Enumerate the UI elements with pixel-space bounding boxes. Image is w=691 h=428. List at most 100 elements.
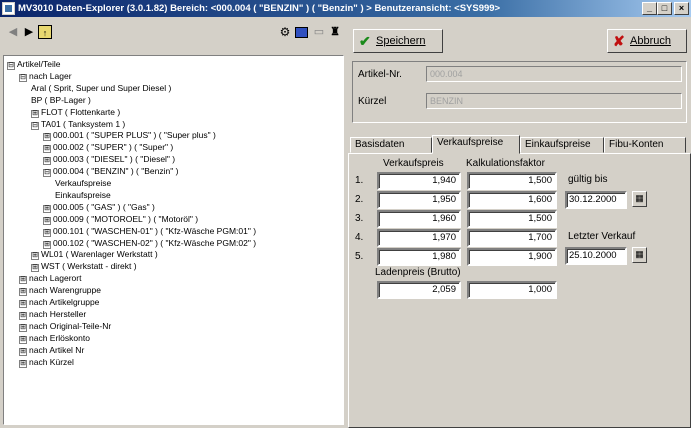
tree-node[interactable]: ⊞ nach Warengruppe bbox=[19, 284, 101, 297]
calendar-icon[interactable]: ▦ bbox=[632, 191, 647, 207]
kalkulationsfaktor-input[interactable]: 1,500 bbox=[467, 210, 557, 228]
folder-icon[interactable]: ↑ bbox=[38, 25, 52, 39]
grid-icon[interactable] bbox=[295, 27, 308, 38]
expand-icon[interactable]: ⊞ bbox=[19, 311, 27, 320]
window-title: MV3010 Daten-Explorer (3.0.1.82) Bereich… bbox=[18, 3, 501, 14]
tree-node[interactable]: ⊞ 000.102 ( "WASCHEN-02" ) ( "Kfz-Wäsche … bbox=[43, 237, 256, 249]
minimize-button[interactable]: _ bbox=[642, 2, 657, 15]
folder-open-icon[interactable]: ▭ bbox=[312, 25, 326, 39]
expand-icon[interactable]: ⊞ bbox=[43, 228, 51, 237]
tree-node[interactable]: ⊞ 000.003 ( "DIESEL" ) ( "Diesel" ) bbox=[43, 153, 175, 166]
ladenpreis-faktor-input[interactable]: 1,000 bbox=[467, 281, 557, 299]
cross-icon: ✘ bbox=[613, 33, 625, 49]
verkaufspreis-input[interactable]: 1,970 bbox=[377, 229, 461, 247]
collapse-icon[interactable]: ⊟ bbox=[31, 121, 39, 130]
tree-node[interactable]: ⊟ Artikel/Teile bbox=[7, 58, 60, 70]
expand-icon[interactable]: ⊞ bbox=[43, 240, 51, 249]
nav-toolbar: ◀ ▶ ↑ ⚙ ▭ ♜ bbox=[0, 17, 346, 53]
letzter-verkauf-input[interactable]: 25.10.2000 bbox=[565, 247, 627, 265]
tree-node[interactable]: ⊞ 000.005 ( "GAS" ) ( "Gas" ) bbox=[43, 201, 155, 213]
maximize-button[interactable]: □ bbox=[657, 2, 672, 15]
tree-node[interactable]: BP ( BP-Lager ) bbox=[31, 94, 91, 106]
tree-node-label: 000.004 ( "BENZIN" ) ( "Benzin" ) bbox=[53, 166, 179, 177]
verkaufspreis-input[interactable]: 1,940 bbox=[377, 172, 461, 190]
gueltig-bis-input[interactable]: 30.12.2000 bbox=[565, 191, 627, 209]
expand-icon[interactable]: ⊞ bbox=[19, 323, 27, 332]
arrow-left-icon[interactable]: ◀ bbox=[6, 25, 20, 39]
kalkulationsfaktor-input[interactable]: 1,600 bbox=[467, 191, 557, 209]
expand-icon[interactable]: ⊞ bbox=[19, 300, 27, 308]
tree-node-label: Aral ( Sprit, Super und Super Diesel ) bbox=[31, 82, 172, 93]
cancel-button[interactable]: ✘ Abbruch bbox=[607, 29, 687, 53]
collapse-icon[interactable]: ⊟ bbox=[43, 169, 51, 178]
expand-icon[interactable]: ⊞ bbox=[19, 288, 27, 297]
ladenpreis-input[interactable]: 2,059 bbox=[377, 281, 461, 299]
expand-icon[interactable]: ⊞ bbox=[31, 109, 39, 118]
tree-node[interactable]: ⊞ FLOT ( Flottenkarte ) bbox=[31, 106, 120, 118]
artikel-nr-label: Artikel-Nr. bbox=[358, 69, 402, 80]
kalkulationsfaktor-input[interactable]: 1,700 bbox=[467, 229, 557, 247]
expand-icon[interactable]: ⊞ bbox=[43, 204, 51, 213]
kalkulationsfaktor-input[interactable]: 1,900 bbox=[467, 248, 557, 266]
expand-icon[interactable]: ⊞ bbox=[19, 335, 27, 344]
app-icon bbox=[2, 2, 15, 15]
tree-node[interactable]: ⊞ nach Erlöskonto bbox=[19, 332, 90, 344]
tree-node-label: nach Artikelgruppe bbox=[29, 297, 100, 307]
tree-node[interactable]: ⊟ nach Lager bbox=[19, 70, 72, 82]
expand-icon[interactable]: ⊞ bbox=[31, 264, 39, 273]
tree-node[interactable]: ⊞ 000.101 ( "WASCHEN-01" ) ( "Kfz-Wäsche … bbox=[43, 225, 256, 237]
tree-node-label: 000.001 ( "SUPER PLUS" ) ( "Super plus" … bbox=[53, 130, 216, 141]
save-button[interactable]: ✔ Speichern bbox=[353, 29, 443, 53]
letzter-verkauf-label: Letzter Verkauf bbox=[568, 231, 636, 242]
tree-node[interactable]: ⊞ nach Kürzel bbox=[19, 356, 74, 368]
expand-icon[interactable]: ⊞ bbox=[19, 276, 27, 285]
tree-node-label: nach Erlöskonto bbox=[29, 332, 90, 343]
tree-node[interactable]: ⊞ nach Hersteller bbox=[19, 308, 86, 320]
arrow-right-icon[interactable]: ▶ bbox=[22, 25, 36, 39]
price-row-number: 1. bbox=[355, 175, 364, 186]
tree-node[interactable]: ⊞ nach Artikelgruppe bbox=[19, 296, 99, 308]
tree-node-label: nach Hersteller bbox=[29, 308, 87, 319]
price-row-number: 5. bbox=[355, 251, 364, 262]
tree-node[interactable]: ⊞ WST ( Werkstatt - direkt ) bbox=[31, 260, 137, 273]
tree-node[interactable]: ⊞ 000.002 ( "SUPER" ) ( "Super" ) bbox=[43, 141, 174, 154]
expand-icon[interactable]: ⊞ bbox=[19, 347, 27, 356]
tree-node[interactable]: ⊞ nach Lagerort bbox=[19, 272, 82, 285]
expand-icon[interactable]: ⊞ bbox=[43, 145, 51, 154]
expand-icon[interactable]: ⊞ bbox=[43, 157, 51, 166]
verkaufspreis-input[interactable]: 1,980 bbox=[377, 248, 461, 266]
tree-node[interactable]: ⊞ 000.001 ( "SUPER PLUS" ) ( "Super plus"… bbox=[43, 129, 216, 142]
verkaufspreis-input[interactable]: 1,960 bbox=[377, 210, 461, 228]
tree-node[interactable]: ⊟ 000.004 ( "BENZIN" ) ( "Benzin" ) bbox=[43, 165, 179, 178]
gear-icon[interactable]: ⚙ bbox=[278, 25, 292, 39]
close-button[interactable]: × bbox=[674, 2, 689, 15]
tab-fibu-konten[interactable]: Fibu-Konten bbox=[604, 137, 686, 153]
tree-node[interactable]: ⊞ 000.009 ( "MOTOROEL" ) ( "Motoröl" ) bbox=[43, 213, 198, 225]
verkaufspreis-input[interactable]: 1,950 bbox=[377, 191, 461, 209]
tree-node[interactable]: ⊟ TA01 ( Tanksystem 1 ) bbox=[31, 118, 125, 130]
expand-icon[interactable]: ⊞ bbox=[19, 359, 27, 368]
person-icon[interactable]: ♜ bbox=[328, 25, 342, 39]
tab-basisdaten[interactable]: Basisdaten bbox=[350, 137, 432, 153]
artikel-nr-field[interactable]: 000.004 bbox=[426, 66, 682, 82]
tree-node-label: 000.002 ( "SUPER" ) ( "Super" ) bbox=[53, 142, 174, 153]
tree-node[interactable]: ⊞ nach Artikel Nr bbox=[19, 344, 84, 356]
kalkulationsfaktor-input[interactable]: 1,500 bbox=[467, 172, 557, 190]
tree-node-label: nach Lagerort bbox=[29, 273, 82, 284]
verkaufspreise-panel: Verkaufspreis Kalkulationsfaktor 1. 1,940… bbox=[348, 153, 691, 428]
article-tree[interactable]: ⊟ Artikel/Teile ⊟ nach Lager Aral ( Sprit, S… bbox=[3, 55, 344, 425]
tab-einkaufspreise[interactable]: Einkaufspreise bbox=[520, 137, 604, 153]
tree-node[interactable]: Aral ( Sprit, Super und Super Diesel ) bbox=[31, 82, 171, 94]
calendar-icon[interactable]: ▦ bbox=[632, 247, 647, 263]
expand-icon[interactable]: ⊞ bbox=[43, 133, 51, 142]
collapse-icon[interactable]: ⊟ bbox=[19, 73, 27, 82]
collapse-icon[interactable]: ⊟ bbox=[7, 62, 15, 70]
tab-verkaufspreise[interactable]: Verkaufspreise bbox=[432, 135, 520, 154]
expand-icon[interactable]: ⊞ bbox=[31, 252, 39, 261]
tree-node[interactable]: Einkaufspreise bbox=[55, 189, 111, 201]
tree-node[interactable]: ⊞ WL01 ( Warenlager Werkstatt ) bbox=[31, 248, 158, 261]
tree-node[interactable]: ⊞ nach Original-Teile-Nr bbox=[19, 320, 111, 332]
tree-node[interactable]: Verkaufspreise bbox=[55, 177, 111, 189]
kuerzel-field[interactable]: BENZIN bbox=[426, 93, 682, 109]
expand-icon[interactable]: ⊞ bbox=[43, 216, 51, 225]
